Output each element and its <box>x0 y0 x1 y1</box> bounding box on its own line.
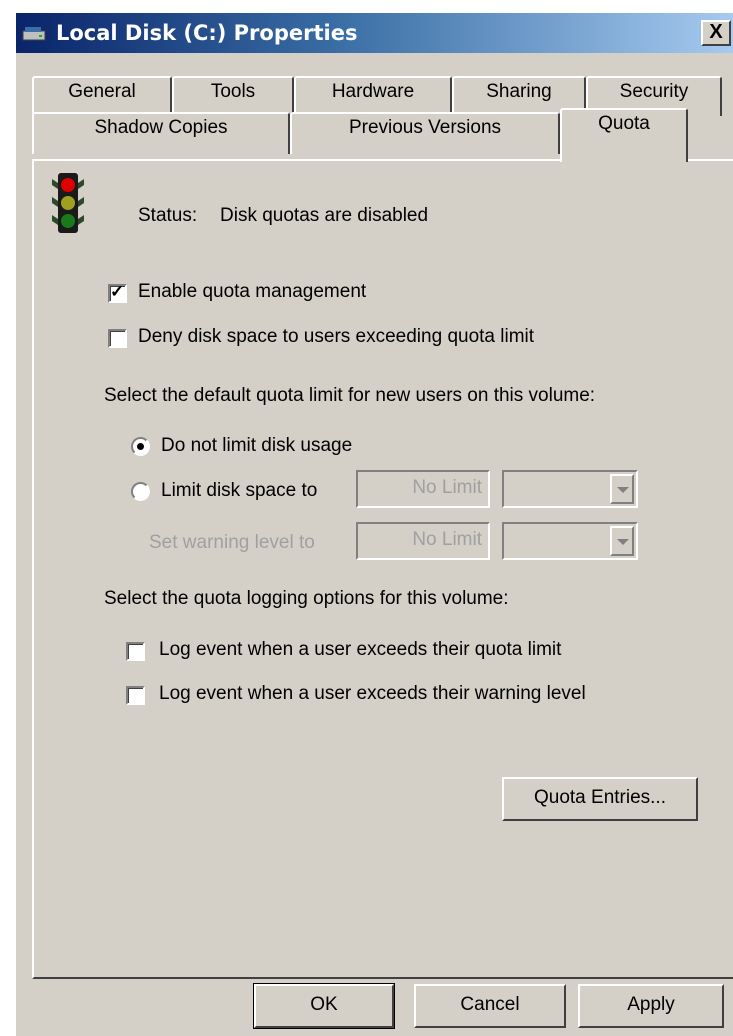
no-limit-label[interactable]: Do not limit disk usage <box>161 435 352 457</box>
warning-unit-dropdown[interactable] <box>502 522 638 560</box>
radio-selected-dot <box>137 443 144 450</box>
default-limit-heading: Select the default quota limit for new u… <box>104 385 596 406</box>
enable-quota-checkbox[interactable]: ✓ <box>108 282 127 303</box>
window-title: Local Disk (C:) Properties <box>56 21 358 45</box>
tab-tools[interactable]: Tools <box>172 76 294 116</box>
status-text: Disk quotas are disabled <box>220 205 429 226</box>
chevron-down-icon[interactable] <box>610 526 634 556</box>
limit-value-field[interactable]: No Limit <box>356 470 490 508</box>
log-limit-checkbox[interactable] <box>126 642 145 661</box>
logging-heading: Select the quota logging options for thi… <box>104 588 509 609</box>
deny-space-checkbox[interactable] <box>108 329 127 348</box>
warning-value-field[interactable]: No Limit <box>356 522 490 560</box>
drive-icon <box>22 27 46 41</box>
warning-level-label: Set warning level to <box>149 532 315 553</box>
traffic-light-icon <box>52 173 84 233</box>
limit-space-radio[interactable] <box>131 482 150 501</box>
ok-button[interactable]: OK <box>253 983 395 1029</box>
tab-general[interactable]: General <box>32 76 172 116</box>
tab-previous-versions[interactable]: Previous Versions <box>290 112 560 154</box>
tab-hardware[interactable]: Hardware <box>294 76 452 116</box>
title-bar[interactable]: Local Disk (C:) Properties X <box>16 13 733 53</box>
status-label: Status: <box>138 205 198 226</box>
quota-tab-panel: Status: Disk quotas are disabled ✓ Enabl… <box>32 159 733 979</box>
deny-space-label[interactable]: Deny disk space to users exceeding quota… <box>138 326 534 348</box>
log-warning-label[interactable]: Log event when a user exceeds their warn… <box>159 683 586 705</box>
properties-dialog: Local Disk (C:) Properties X General Too… <box>14 13 733 1036</box>
enable-quota-label[interactable]: Enable quota management <box>138 281 366 303</box>
limit-space-label[interactable]: Limit disk space to <box>161 480 317 502</box>
limit-unit-dropdown[interactable] <box>502 470 638 508</box>
log-limit-label[interactable]: Log event when a user exceeds their quot… <box>159 639 561 661</box>
apply-button[interactable]: Apply <box>578 984 724 1028</box>
tab-quota[interactable]: Quota <box>560 108 688 162</box>
cancel-button[interactable]: Cancel <box>414 984 566 1028</box>
chevron-down-icon[interactable] <box>610 474 634 504</box>
checkmark-icon: ✓ <box>110 282 125 301</box>
quota-entries-button[interactable]: Quota Entries... <box>502 777 698 821</box>
no-limit-radio[interactable] <box>131 437 150 456</box>
close-button[interactable]: X <box>701 20 731 46</box>
tab-shadow-copies[interactable]: Shadow Copies <box>32 112 290 154</box>
log-warning-checkbox[interactable] <box>126 686 145 705</box>
